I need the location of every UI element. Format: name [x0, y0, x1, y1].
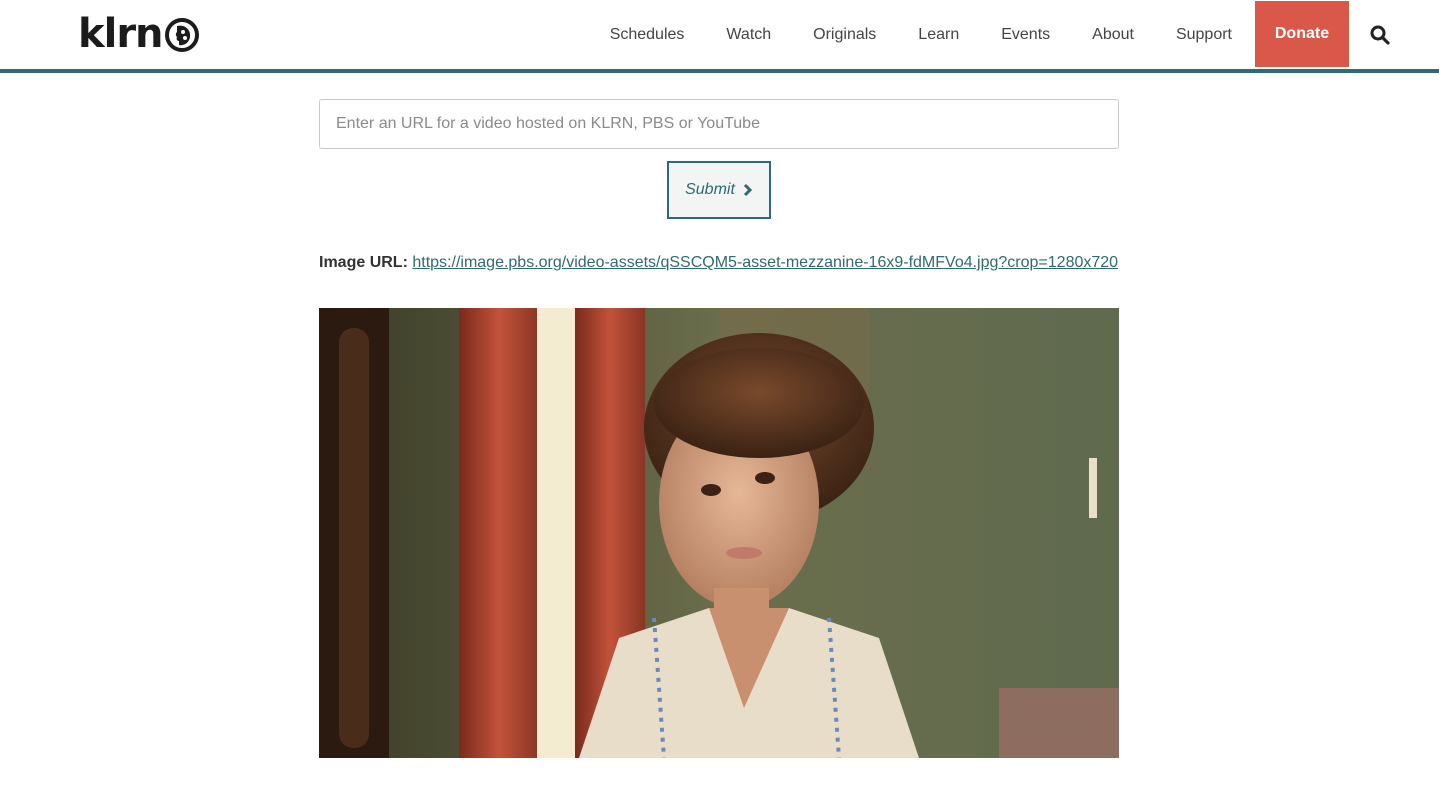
nav-item-events[interactable]: Events: [1001, 26, 1050, 44]
donate-button[interactable]: Donate: [1255, 1, 1349, 67]
submit-label: Submit: [685, 181, 735, 198]
image-url-row: Image URL: https://image.pbs.org/video-a…: [319, 254, 1119, 272]
nav-item-originals[interactable]: Originals: [813, 26, 876, 44]
image-url-label: Image URL:: [319, 254, 408, 271]
thumbnail-illustration: [319, 308, 1119, 758]
nav-item-watch[interactable]: Watch: [726, 26, 771, 44]
nav-item-learn[interactable]: Learn: [918, 26, 959, 44]
logo-text: klrn: [78, 11, 164, 57]
nav-item-schedules[interactable]: Schedules: [610, 26, 685, 44]
chevron-right-icon: [743, 183, 753, 197]
submit-row: Submit: [319, 161, 1119, 219]
image-url-link[interactable]: https://image.pbs.org/video-assets/qSSCQ…: [412, 254, 1118, 271]
search-icon: [1370, 25, 1390, 45]
submit-button[interactable]: Submit: [667, 161, 771, 219]
search-button[interactable]: [1349, 0, 1411, 69]
main-nav: Schedules Watch Originals Learn Events A…: [589, 0, 1439, 69]
video-thumbnail-image: [319, 308, 1119, 758]
nav-item-support[interactable]: Support: [1176, 26, 1232, 44]
nav-item-about[interactable]: About: [1092, 26, 1134, 44]
video-url-input[interactable]: [319, 99, 1119, 149]
site-header: klrn Schedules Watch Originals Learn Eve…: [0, 0, 1439, 73]
pbs-head-icon: [164, 18, 199, 52]
klrn-logo[interactable]: klrn: [78, 14, 199, 54]
main-content: Submit Image URL: https://image.pbs.org/…: [319, 99, 1119, 758]
